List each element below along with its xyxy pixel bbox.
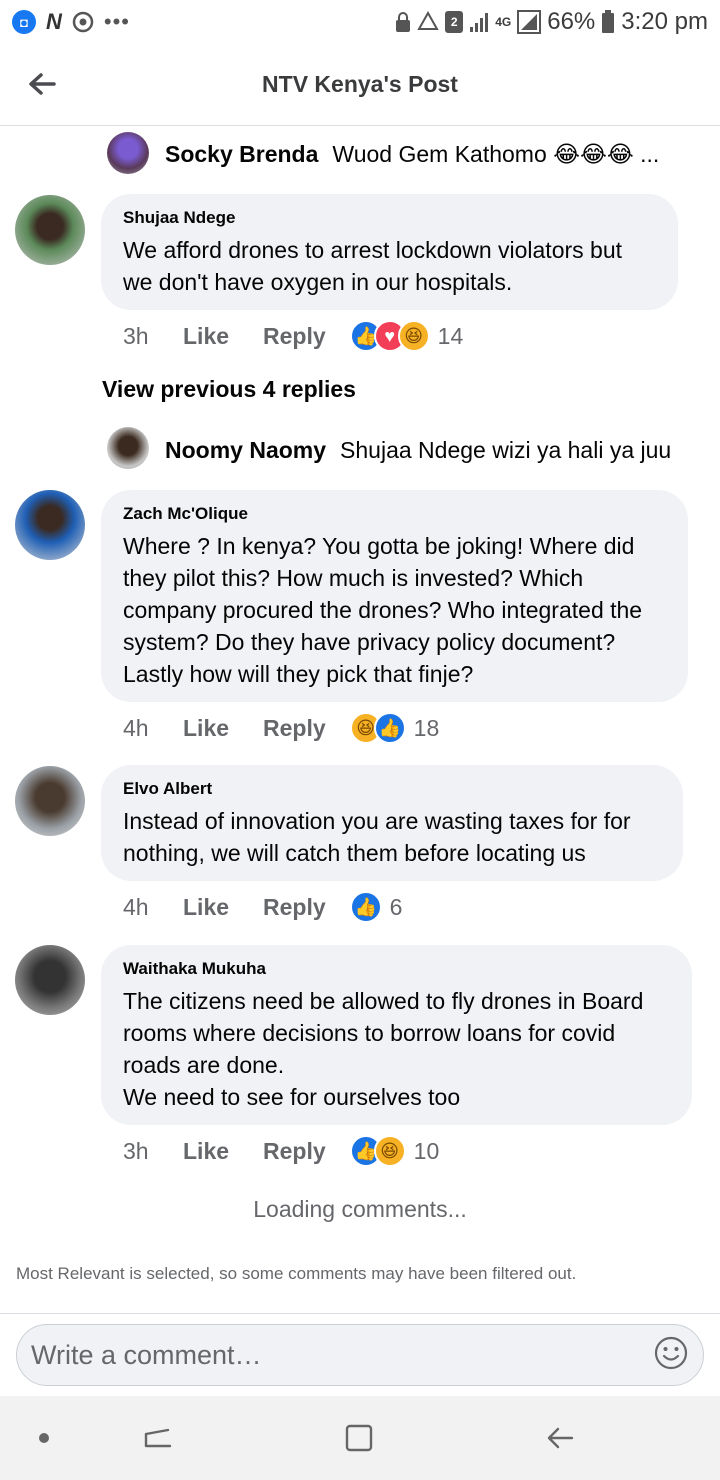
chrome-icon xyxy=(72,11,94,33)
system-nav-bar xyxy=(0,1396,720,1480)
like-button[interactable]: Like xyxy=(183,894,229,921)
reply-preview-socky[interactable]: Socky Brenda Wuod Gem Kathomo 😂😂😂 ... xyxy=(165,141,659,168)
home-icon xyxy=(345,1424,373,1452)
like-button[interactable]: Like xyxy=(183,1138,229,1165)
comment-bubble[interactable]: Zach Mc'Olique Where ? In kenya? You got… xyxy=(101,490,688,702)
reply-preview-noomy[interactable]: Noomy Naomy Shujaa Ndege wizi ya hali ya… xyxy=(165,437,671,464)
reactions-summary[interactable]: 👍 ♥ 😆 14 xyxy=(349,320,464,352)
haha-reaction-icon: 😆 xyxy=(373,1135,406,1167)
status-right: 2 4G 66% 3:20 pm xyxy=(395,8,708,36)
signal-icon xyxy=(469,11,489,33)
comment-bubble[interactable]: Elvo Albert Instead of innovation you ar… xyxy=(101,765,683,881)
reaction-count: 14 xyxy=(437,322,464,349)
nav-dot-button[interactable] xyxy=(24,1418,64,1458)
comment-input[interactable]: Write a comment… xyxy=(16,1324,704,1386)
reply-button[interactable]: Reply xyxy=(263,323,326,350)
sim-badge: 2 xyxy=(445,11,464,33)
comment-text: Where ? In kenya? You gotta be joking! W… xyxy=(123,533,643,687)
reactions-summary[interactable]: 😆 👍 18 xyxy=(349,712,440,744)
reply-text: Wuod Gem Kathomo 😂😂😂 ... xyxy=(332,141,660,167)
comment-text: The citizens need be allowed to fly dron… xyxy=(123,988,644,1110)
signal-box-icon xyxy=(517,10,542,34)
comment-time: 4h xyxy=(123,893,149,920)
recycle-icon xyxy=(417,11,439,33)
comment-input-placeholder: Write a comment… xyxy=(31,1339,262,1370)
reply-author[interactable]: Noomy Naomy xyxy=(165,437,326,464)
comment-author[interactable]: Zach Mc'Olique xyxy=(123,504,666,524)
avatar[interactable] xyxy=(15,195,85,265)
n-icon: N xyxy=(46,9,62,34)
like-button[interactable]: Like xyxy=(183,715,229,742)
comment-composer-bar: Write a comment… xyxy=(0,1313,720,1395)
filter-note: Most Relevant is selected, so some comme… xyxy=(16,1264,577,1283)
avatar[interactable] xyxy=(15,490,85,560)
reply-author[interactable]: Socky Brenda xyxy=(165,141,318,168)
reply-button[interactable]: Reply xyxy=(263,715,326,742)
reactions-summary[interactable]: 👍 6 xyxy=(349,891,403,923)
comment-time: 3h xyxy=(123,1137,149,1164)
recent-apps-icon xyxy=(144,1428,172,1448)
reaction-count: 18 xyxy=(413,714,440,741)
page-title: NTV Kenya's Post xyxy=(262,71,458,97)
recent-apps-button[interactable] xyxy=(138,1418,178,1458)
like-reaction-icon: 👍 xyxy=(373,712,406,744)
emoji-icon[interactable] xyxy=(653,1335,689,1376)
reaction-count: 10 xyxy=(413,1137,440,1164)
comment-text: Instead of innovation you are wasting ta… xyxy=(123,808,631,866)
back-arrow-icon xyxy=(29,73,56,95)
avatar[interactable] xyxy=(15,945,85,1015)
reaction-count: 6 xyxy=(389,893,403,920)
dot-icon xyxy=(39,1433,49,1443)
clock: 3:20 pm xyxy=(621,8,708,35)
loading-comments: Loading comments... xyxy=(253,1196,467,1222)
avatar[interactable] xyxy=(15,766,85,836)
reply-text: Shujaa Ndege wizi ya hali ya juu xyxy=(340,437,672,463)
avatar[interactable] xyxy=(107,132,149,174)
comment-bubble[interactable]: Shujaa Ndege We afford drones to arrest … xyxy=(101,194,678,310)
back-nav-icon xyxy=(547,1427,574,1449)
network-type: 4G xyxy=(495,14,512,29)
haha-reaction-icon: 😆 xyxy=(397,320,430,352)
view-previous-replies[interactable]: View previous 4 replies xyxy=(102,376,356,403)
reply-button[interactable]: Reply xyxy=(263,894,326,921)
comment-actions: 3h Like Reply 👍 😆 10 xyxy=(123,1135,439,1167)
post-header: NTV Kenya's Post xyxy=(0,44,720,126)
comment-author[interactable]: Shujaa Ndege xyxy=(123,208,656,228)
comment-time: 3h xyxy=(123,322,149,349)
avatar[interactable] xyxy=(107,427,149,469)
comment-actions: 4h Like Reply 😆 👍 18 xyxy=(123,712,439,744)
lock-icon xyxy=(395,11,411,33)
comment-actions: 4h Like Reply 👍 6 xyxy=(123,891,402,923)
home-button[interactable] xyxy=(339,1418,379,1458)
status-left-icons: ◘ N ••• xyxy=(12,9,130,35)
app-icon: ◘ xyxy=(12,10,36,34)
comment-bubble[interactable]: Waithaka Mukuha The citizens need be all… xyxy=(101,945,692,1125)
comment-time: 4h xyxy=(123,714,149,741)
back-button[interactable] xyxy=(22,64,62,104)
battery-percent: 66% xyxy=(547,8,596,35)
battery-icon xyxy=(601,10,615,34)
reply-button[interactable]: Reply xyxy=(263,1138,326,1165)
comment-actions: 3h Like Reply 👍 ♥ 😆 14 xyxy=(123,320,463,352)
back-nav-button[interactable] xyxy=(540,1418,580,1458)
more-dots-icon: ••• xyxy=(103,9,130,34)
comment-author[interactable]: Waithaka Mukuha xyxy=(123,959,670,979)
comment-author[interactable]: Elvo Albert xyxy=(123,779,661,799)
status-bar: ◘ N ••• 2 4G 66% 3:20 pm xyxy=(0,0,720,44)
comment-text: We afford drones to arrest lockdown viol… xyxy=(123,237,623,295)
like-reaction-icon: 👍 xyxy=(349,891,382,923)
reactions-summary[interactable]: 👍 😆 10 xyxy=(349,1135,440,1167)
like-button[interactable]: Like xyxy=(183,323,229,350)
